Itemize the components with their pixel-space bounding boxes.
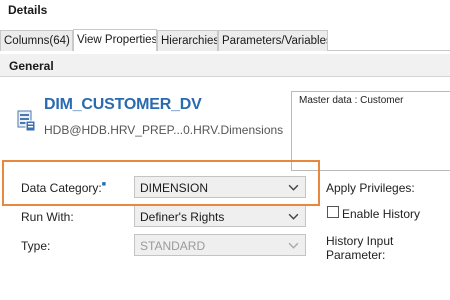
dimension-view-icon — [17, 110, 36, 132]
object-name: DIM_CUSTOMER_DV — [44, 96, 202, 113]
run-with-select[interactable]: Definer's Rights — [134, 205, 306, 227]
section-title: General — [9, 59, 54, 73]
type-value: STANDARD — [140, 239, 206, 253]
history-input-parameter-label: History Input Parameter: — [326, 234, 394, 262]
run-with-label: Run With: — [21, 210, 74, 224]
tab-hierarchies[interactable]: Hierarchies — [157, 30, 218, 51]
section-general-header: General — [0, 54, 450, 77]
enable-history-checkbox[interactable] — [327, 206, 339, 218]
master-data-box[interactable]: Master data : Customer — [291, 91, 450, 171]
tab-view-properties[interactable]: View Properties — [73, 29, 157, 51]
type-select: STANDARD — [134, 234, 306, 256]
tab-bar: Columns(64) View Properties Hierarchies … — [0, 29, 450, 51]
tab-columns[interactable]: Columns(64) — [0, 30, 73, 51]
panel-title: Details — [8, 3, 48, 17]
run-with-value: Definer's Rights — [140, 210, 225, 224]
chevron-down-icon — [288, 242, 299, 249]
apply-privileges-label: Apply Privileges: — [326, 181, 415, 195]
enable-history-label: Enable History — [342, 207, 421, 221]
details-panel: Details Columns(64) View Properties Hier… — [0, 0, 450, 300]
tab-parameters-variables[interactable]: Parameters/Variables — [218, 30, 328, 51]
master-data-text: Master data : Customer — [299, 95, 404, 106]
type-label: Type: — [21, 239, 51, 253]
object-path: HDB@HDB.HRV_PREP...0.HRV.Dimensions — [44, 123, 284, 137]
highlight-annotation — [2, 160, 320, 206]
chevron-down-icon — [288, 213, 299, 220]
